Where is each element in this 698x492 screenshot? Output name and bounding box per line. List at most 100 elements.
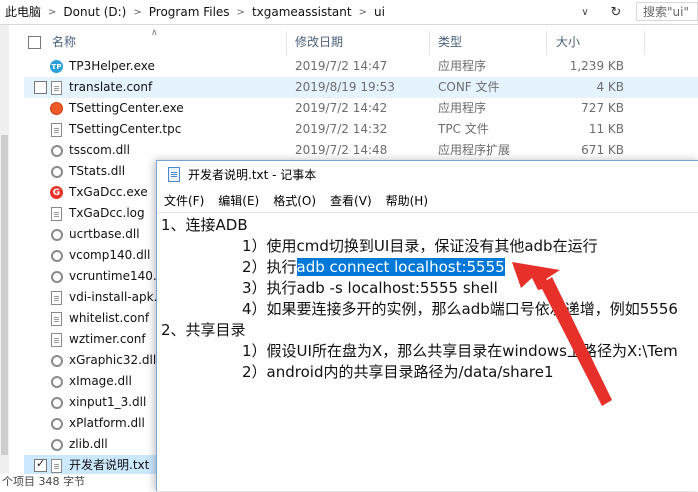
menu-help[interactable]: 帮助(H): [379, 191, 435, 211]
menu-edit[interactable]: 编辑(E): [211, 191, 266, 211]
menu-format[interactable]: 格式(O): [266, 191, 323, 211]
file-name[interactable]: zlib.dll: [69, 434, 108, 455]
address-bar[interactable]: 此电脑 > Donut (D:) > Program Files > txgam…: [0, 0, 698, 25]
file-row[interactable]: TSettingCenter.exe 2019/7/2 14:42 应用程序 727 …: [24, 98, 698, 119]
column-divider[interactable]: [644, 31, 645, 55]
gear-icon: [50, 374, 63, 389]
column-header-name[interactable]: 名称: [52, 25, 76, 59]
text-line: 1、连接ADB: [161, 216, 248, 234]
file-name[interactable]: TSettingCenter.tpc: [69, 119, 181, 140]
window-title: 开发者说明.txt - 记事本: [188, 168, 317, 182]
column-header-size[interactable]: 大小: [556, 25, 580, 59]
breadcrumb-this-pc[interactable]: 此电脑: [2, 1, 44, 23]
file-name[interactable]: wztimer.conf: [69, 329, 146, 350]
document-icon: [50, 311, 63, 326]
gear-icon: [50, 416, 63, 431]
document-icon: [50, 332, 63, 347]
row-checkbox[interactable]: [34, 81, 47, 94]
menu-file[interactable]: 文件(F): [157, 191, 211, 211]
gear-icon: [50, 437, 63, 452]
gear-icon: [50, 248, 63, 263]
text-line: 2）android内的共享目录路径为/data/share1: [242, 363, 554, 381]
notepad-icon[interactable]: [168, 167, 180, 182]
breadcrumb-drive[interactable]: Donut (D:): [60, 1, 129, 23]
navigation-scrollbar[interactable]: [0, 25, 9, 473]
document-icon: [50, 290, 63, 305]
text-line: 3）执行adb -s localhost:5555 shell: [242, 279, 498, 297]
search-input[interactable]: 搜索"ui": [636, 2, 698, 21]
file-row[interactable]: tsscom.dll 2019/7/2 14:48 应用程序扩展 671 KB: [24, 140, 698, 161]
chevron-right-icon[interactable]: >: [44, 7, 60, 18]
chevron-right-icon[interactable]: >: [129, 7, 145, 18]
file-size: 1,239 KB: [569, 59, 624, 73]
file-name[interactable]: vdi-install-apk.t: [69, 287, 162, 308]
chevron-down-icon[interactable]: ∨: [575, 2, 595, 22]
text-line-prefix: 2）执行: [242, 258, 297, 276]
gear-icon: [50, 227, 63, 242]
chevron-right-icon[interactable]: >: [355, 7, 371, 18]
file-name[interactable]: whitelist.conf: [69, 308, 149, 329]
menu-bar: 文件(F) 编辑(E) 格式(O) 查看(V) 帮助(H): [157, 191, 698, 211]
text-line: 1）使用cmd切换到UI目录，保证没有其他adb在运行: [242, 237, 598, 255]
file-name[interactable]: vcruntime140.d: [69, 266, 164, 287]
gear-icon: [50, 395, 63, 410]
file-type: 应用程序: [438, 101, 487, 115]
breadcrumb-txgameassistant[interactable]: txgameassistant: [249, 1, 355, 23]
column-header-type[interactable]: 类型: [438, 25, 462, 59]
file-name[interactable]: translate.conf: [69, 77, 152, 98]
file-type: 应用程序扩展: [438, 143, 511, 157]
file-name[interactable]: TxGaDcc.exe: [69, 182, 148, 203]
file-name[interactable]: TSettingCenter.exe: [69, 98, 184, 119]
chevron-right-icon[interactable]: >: [233, 7, 249, 18]
column-headers: 名称 修改日期 类型 大小: [24, 25, 698, 59]
gear-icon: [50, 353, 63, 368]
file-date: 2019/7/2 14:42: [295, 101, 388, 115]
text-editor[interactable]: 1、连接ADB 1）使用cmd切换到UI目录，保证没有其他adb在运行 2）执行…: [157, 212, 698, 492]
breadcrumb-ui[interactable]: ui: [371, 1, 388, 23]
file-name[interactable]: TxGaDcc.log: [69, 203, 145, 224]
file-size: 11 KB: [588, 122, 624, 136]
column-divider[interactable]: [429, 31, 430, 55]
file-name[interactable]: tsscom.dll: [69, 140, 130, 161]
refresh-icon[interactable]: ↻: [603, 2, 629, 22]
column-divider[interactable]: [286, 31, 287, 55]
file-date: 2019/7/2 14:48: [295, 143, 388, 157]
file-name[interactable]: TStats.dll: [69, 161, 125, 182]
document-icon: [50, 80, 63, 95]
title-bar[interactable]: 开发者说明.txt - 记事本: [157, 161, 698, 189]
file-name[interactable]: 开发者说明.txt: [69, 455, 149, 476]
file-name[interactable]: TP3Helper.exe: [69, 56, 155, 77]
file-size: 727 KB: [581, 101, 624, 115]
file-row[interactable]: translate.conf 2019/8/19 19:53 CONF 文件 4 KB: [24, 77, 698, 98]
gear-icon: [50, 269, 63, 284]
column-divider[interactable]: [546, 31, 547, 55]
notepad-window[interactable]: 开发者说明.txt - 记事本 文件(F) 编辑(E) 格式(O) 查看(V) …: [156, 160, 698, 491]
file-date: 2019/7/2 14:32: [295, 122, 388, 136]
row-checkbox[interactable]: [34, 457, 47, 472]
menu-view[interactable]: 查看(V): [323, 191, 379, 211]
file-row[interactable]: TP TP3Helper.exe 2019/7/2 14:47 应用程序 1,239 K…: [24, 56, 698, 77]
file-name[interactable]: vcomp140.dll: [69, 245, 150, 266]
file-name[interactable]: ucrtbase.dll: [69, 224, 140, 245]
breadcrumb: 此电脑 > Donut (D:) > Program Files > txgam…: [0, 0, 388, 24]
file-name[interactable]: xImage.dll: [69, 371, 132, 392]
file-name[interactable]: xinput1_3.dll: [69, 392, 146, 413]
file-row[interactable]: TSettingCenter.tpc 2019/7/2 14:32 TPC 文件 11…: [24, 119, 698, 140]
text-line: 2）执行adb connect localhost:5555: [242, 257, 505, 278]
text-line: 4）如果要连接多开的实例，那么adb端口号依次递增，例如5556: [242, 300, 678, 318]
selected-text[interactable]: adb connect localhost:5555: [296, 258, 505, 276]
text-line: 2、共享目录: [161, 321, 246, 339]
g-app-icon: G: [50, 185, 63, 200]
document-icon: [50, 458, 63, 473]
file-date: 2019/7/2 14:47: [295, 59, 388, 73]
file-type: 应用程序: [438, 59, 487, 73]
file-name[interactable]: xPlatform.dll: [69, 413, 145, 434]
tp-app-icon: TP: [50, 59, 63, 74]
text-line: 1）假设UI所在盘为X，那么共享目录在windows上路径为X:\Tem: [242, 342, 678, 360]
column-header-date[interactable]: 修改日期: [295, 25, 343, 59]
scrollbar-thumb[interactable]: [1, 135, 8, 455]
file-size: 4 KB: [596, 80, 624, 94]
breadcrumb-program-files[interactable]: Program Files: [146, 1, 233, 23]
file-name[interactable]: xGraphic32.dll: [69, 350, 156, 371]
file-size: 671 KB: [581, 143, 624, 157]
